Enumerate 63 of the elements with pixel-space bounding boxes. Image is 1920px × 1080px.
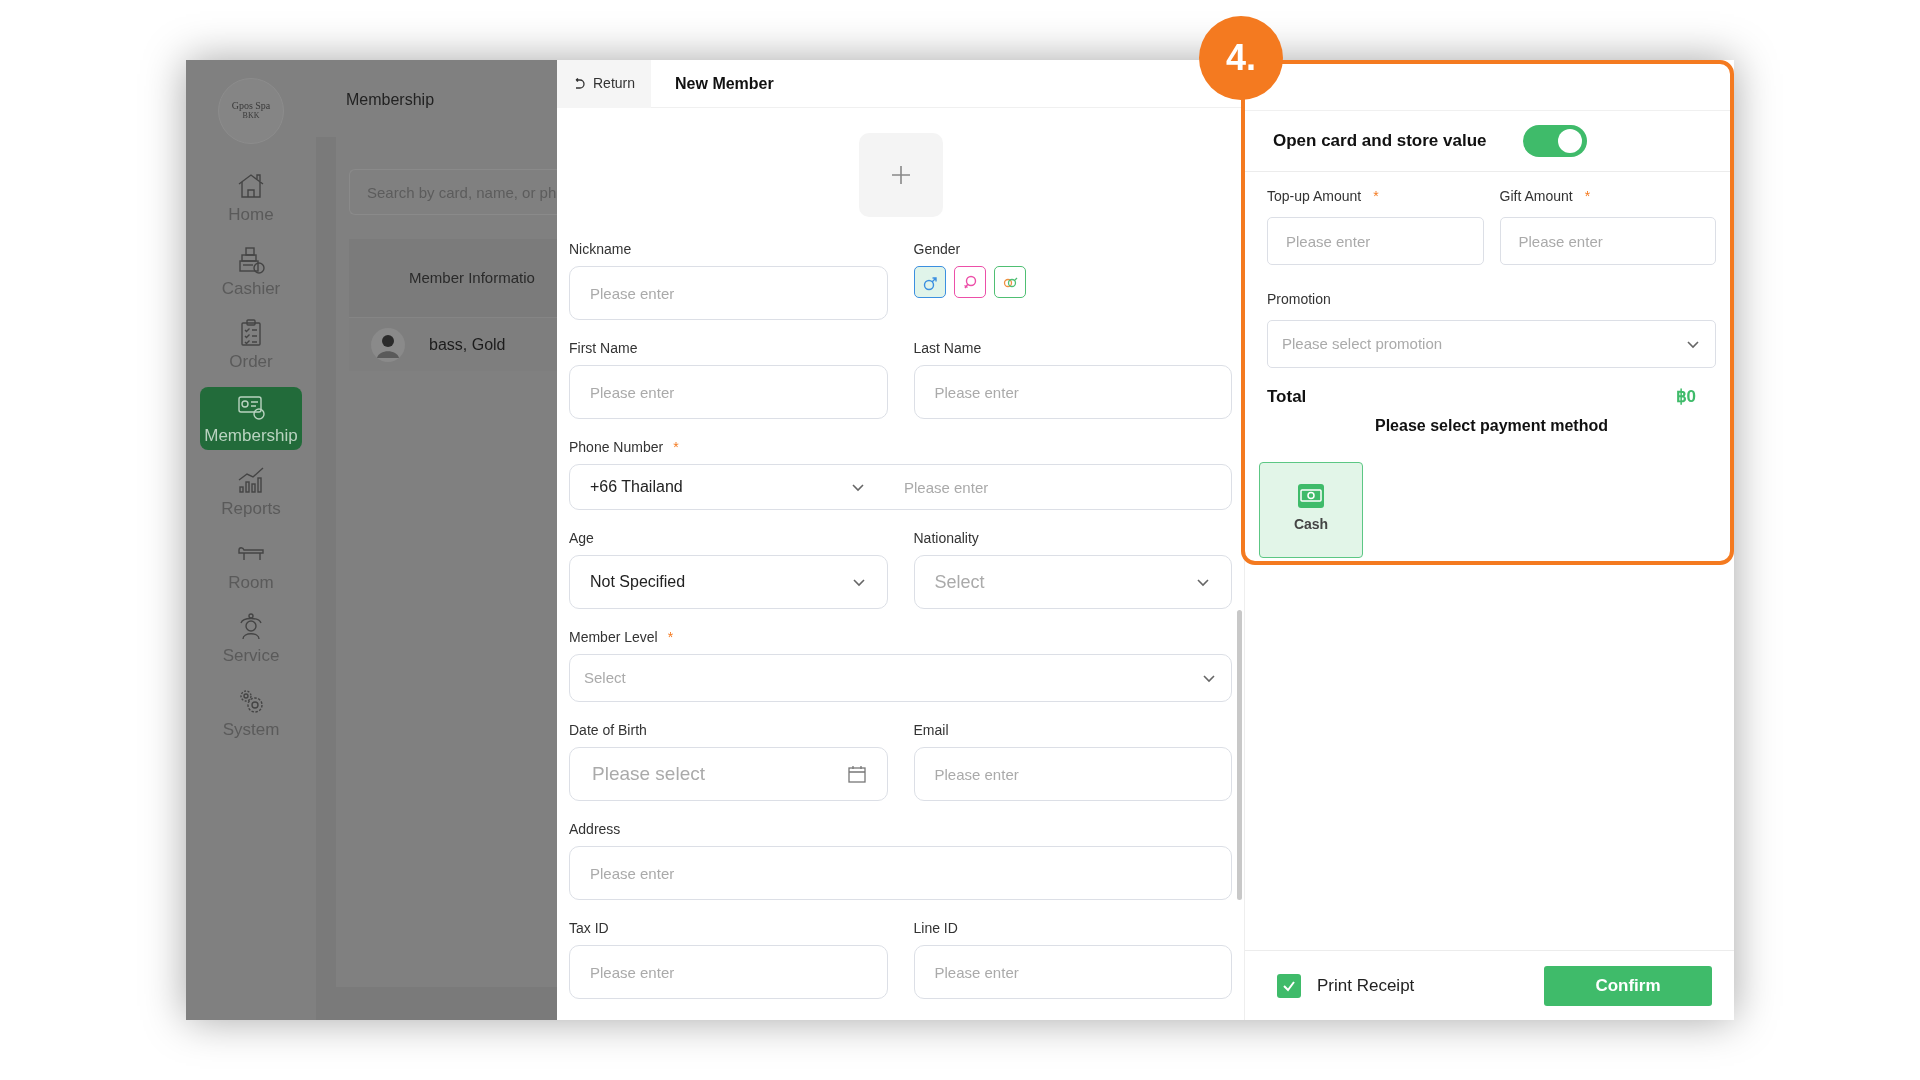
toggle-label: Open card and store value [1273, 130, 1487, 153]
step-badge: 4. [1199, 16, 1283, 100]
female-gender-button[interactable] [953, 266, 986, 298]
field-label: Address [569, 820, 621, 839]
phone-input[interactable]: Please enter [886, 465, 1231, 509]
required-mark: * [1373, 187, 1379, 206]
return-button[interactable]: Return [557, 60, 652, 108]
field-label: Nickname [569, 240, 632, 259]
input-field[interactable]: Please enter [569, 266, 888, 320]
male-gender-button[interactable] [913, 266, 946, 298]
page-title: Membership [346, 91, 435, 108]
field-label: First Name [569, 339, 638, 358]
sidebar-item[interactable]: Membership [200, 386, 302, 450]
required-mark: * [673, 438, 679, 457]
confirm-button[interactable]: Confirm [1544, 965, 1712, 1006]
field-label: Nationality [913, 529, 979, 548]
field-label: Gender [913, 240, 961, 259]
input-field[interactable]: Please enter [569, 945, 888, 999]
field-label: Tax ID [569, 919, 609, 938]
scrollbar[interactable] [1237, 610, 1242, 900]
field-label: Line ID [913, 919, 958, 938]
field-label: Gift Amount [1499, 187, 1573, 206]
field-label: Email [913, 721, 949, 740]
required-mark: * [667, 628, 674, 647]
field-label: Age [569, 529, 594, 548]
input-field[interactable]: Please enter [569, 365, 888, 419]
input-field[interactable]: Please enter [913, 365, 1232, 419]
payment-prompt: Please select payment method [1375, 416, 1608, 434]
plus-icon [890, 165, 911, 185]
input-field[interactable]: Please enter [1499, 217, 1716, 265]
required-mark: * [1584, 187, 1591, 206]
date-field[interactable]: Please select [569, 747, 888, 801]
field-label: Phone Number [569, 438, 664, 457]
input-field[interactable]: Please enter [913, 945, 1232, 999]
select-field[interactable]: Select [913, 555, 1232, 609]
calendar-icon [846, 764, 867, 784]
form-title: New Member [675, 73, 774, 94]
column-header: Member Informatio [349, 239, 557, 317]
field-label: Top-up Amount [1267, 187, 1362, 206]
other-gender-button[interactable] [993, 266, 1026, 298]
field-label: Last Name [913, 339, 982, 358]
select-field[interactable]: Select [569, 654, 1232, 702]
checkbox[interactable] [1277, 973, 1301, 998]
promotion-select[interactable]: Please select promotion [1267, 320, 1716, 368]
select-field[interactable]: Not Specified [569, 555, 888, 609]
undo-icon [573, 77, 585, 90]
total-label: Total [1267, 386, 1307, 408]
field-label: Promotion [1267, 290, 1331, 309]
field-label: Member Level [569, 628, 658, 647]
checkbox-label: Print Receipt [1317, 974, 1415, 997]
avatar-icon [371, 327, 405, 362]
field-label: Date of Birth [569, 721, 647, 740]
logo: Gpos Spa BKK [218, 78, 284, 144]
input-field[interactable]: Please enter [1267, 217, 1484, 265]
total-value: ฿0 [1675, 386, 1696, 408]
payment-method-button[interactable]: Cash [1259, 461, 1363, 558]
cash-icon [1298, 484, 1324, 508]
toggle-switch[interactable] [1522, 125, 1587, 157]
date-input[interactable]: Please select [590, 758, 847, 790]
input-field[interactable]: Please enter [569, 846, 1232, 900]
phone-field[interactable]: +66 Thailand Please enter [569, 464, 1232, 510]
input-field[interactable]: Please enter [913, 747, 1232, 801]
country-select[interactable]: +66 Thailand [570, 465, 886, 509]
